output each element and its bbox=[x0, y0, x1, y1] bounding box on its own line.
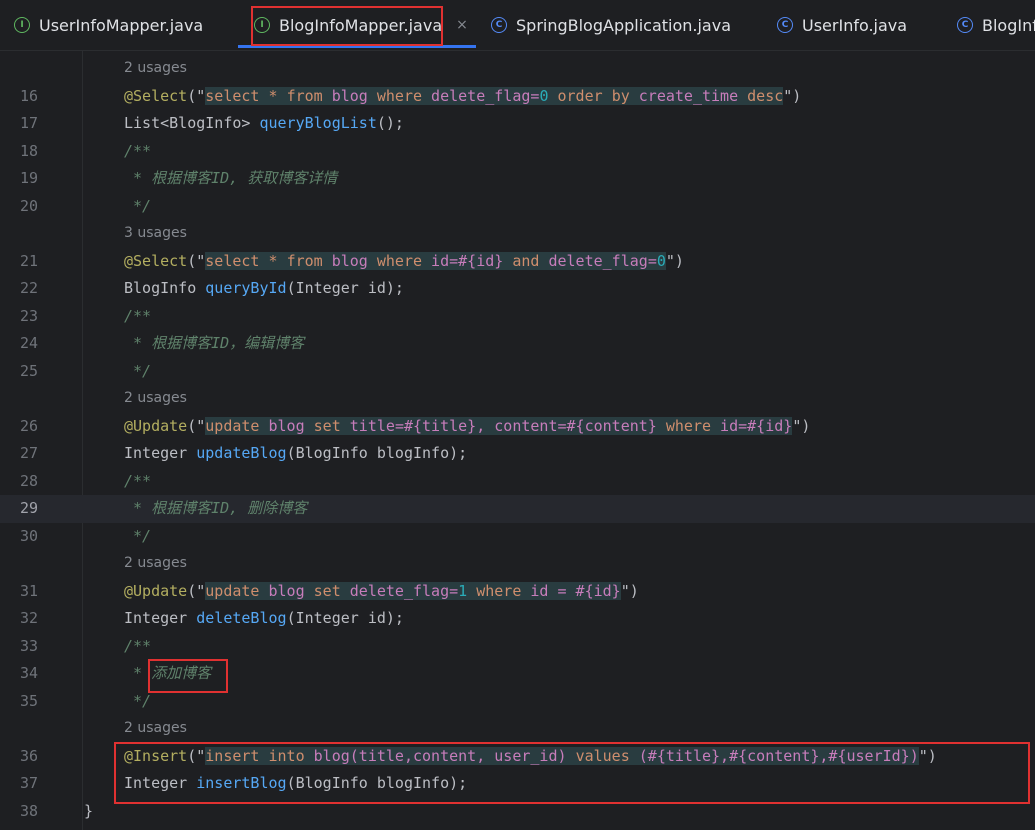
class-icon: C bbox=[957, 17, 973, 33]
line-number: 32 bbox=[19, 609, 38, 627]
line-number: 38 bbox=[19, 801, 38, 820]
line-number: 26 bbox=[19, 416, 38, 435]
tab-label: SpringBlogApplication.java bbox=[516, 15, 732, 35]
code-line[interactable]: 33 /** bbox=[0, 633, 1035, 661]
code-text: Integer deleteBlog(Integer id); bbox=[124, 609, 404, 627]
code-line[interactable]: 23 /** bbox=[0, 303, 1035, 331]
usages-hint[interactable]: 2 usages bbox=[0, 385, 1035, 413]
line-number: 18 bbox=[19, 141, 38, 160]
highlight-box-comment bbox=[148, 659, 228, 693]
code-text: /** bbox=[124, 141, 152, 160]
line-number: 35 bbox=[19, 691, 38, 710]
tab-userinfo[interactable]: C UserInfo.java bbox=[777, 0, 907, 50]
usages-hint[interactable]: 3 usages bbox=[0, 220, 1035, 248]
code-line[interactable]: 24 * 根据博客ID，编辑博客 bbox=[0, 330, 1035, 358]
code-text: BlogInfo queryById(Integer id); bbox=[124, 279, 404, 297]
tab-label: UserInfo.java bbox=[802, 15, 908, 35]
line-number: 21 bbox=[19, 251, 38, 270]
tab-springblogapplication[interactable]: C SpringBlogApplication.java bbox=[491, 0, 731, 50]
line-number: 24 bbox=[19, 334, 38, 352]
code-text: Integer updateBlog(BlogInfo blogInfo); bbox=[124, 444, 468, 462]
editor-tab-bar: I UserInfoMapper.java I BlogInfoMapper.j… bbox=[0, 0, 1035, 51]
code-line[interactable]: 16 @Select("select * from blog where dele… bbox=[0, 83, 1035, 111]
code-text: /** bbox=[124, 306, 152, 325]
code-line[interactable]: 22 BlogInfo queryById(Integer id); bbox=[0, 275, 1035, 303]
code-text: /** bbox=[124, 636, 152, 655]
code-line[interactable]: 32 Integer deleteBlog(Integer id); bbox=[0, 605, 1035, 633]
line-number: 17 bbox=[19, 114, 38, 132]
tab-label: BlogInf bbox=[982, 15, 1035, 35]
code-line[interactable]: 30 */ bbox=[0, 523, 1035, 551]
line-number: 23 bbox=[19, 306, 38, 325]
code-line[interactable]: 19 * 根据博客ID, 获取博客详情 bbox=[0, 165, 1035, 193]
line-number: 20 bbox=[19, 196, 38, 215]
code-line[interactable]: 21 @Select("select * from blog where id=#… bbox=[0, 248, 1035, 276]
line-number: 27 bbox=[19, 444, 38, 462]
code-line[interactable]: 18 /** bbox=[0, 138, 1035, 166]
code-line[interactable]: 20 */ bbox=[0, 193, 1035, 221]
usages-hint[interactable]: 2 usages bbox=[0, 715, 1035, 743]
code-text: * 根据博客ID, 获取博客详情 bbox=[124, 169, 338, 187]
line-number: 22 bbox=[19, 279, 38, 297]
class-icon: C bbox=[777, 17, 793, 33]
code-line[interactable]: 25 */ bbox=[0, 358, 1035, 386]
usages-label: 3 usages bbox=[124, 225, 187, 241]
interface-icon: I bbox=[14, 17, 30, 33]
usages-label: 2 usages bbox=[124, 60, 187, 76]
highlight-box-tab bbox=[251, 6, 443, 46]
code-text: * 根据博客ID，编辑博客 bbox=[124, 334, 305, 352]
code-line[interactable]: 26 @Update("update blog set title=#{title… bbox=[0, 413, 1035, 441]
line-number: 33 bbox=[19, 636, 38, 655]
line-number: 31 bbox=[19, 581, 38, 600]
code-line[interactable]: 29 * 根据博客ID, 删除博客 bbox=[0, 495, 1035, 523]
code-text: /** bbox=[124, 471, 152, 490]
highlight-box-insert bbox=[114, 742, 1030, 804]
code-text: * 根据博客ID, 删除博客 bbox=[124, 499, 308, 517]
code-text: */ bbox=[124, 361, 152, 380]
code-text: } bbox=[84, 801, 94, 820]
code-line[interactable]: 17 List<BlogInfo> queryBlogList(); bbox=[0, 110, 1035, 138]
usages-label: 2 usages bbox=[124, 555, 187, 571]
code-text: */ bbox=[124, 196, 152, 215]
usages-hint[interactable]: 2 usages bbox=[0, 55, 1035, 83]
tab-label: UserInfoMapper.java bbox=[39, 15, 204, 35]
code-line[interactable]: 31 @Update("update blog set delete_flag=1… bbox=[0, 578, 1035, 606]
code-line[interactable]: 28 /** bbox=[0, 468, 1035, 496]
usages-label: 2 usages bbox=[124, 720, 187, 736]
code-text: @Update("update blog set delete_flag=1 w… bbox=[124, 581, 639, 600]
usages-label: 2 usages bbox=[124, 390, 187, 406]
line-number: 30 bbox=[19, 526, 38, 545]
line-number: 28 bbox=[19, 471, 38, 490]
code-text: */ bbox=[124, 526, 152, 545]
line-number: 34 bbox=[19, 664, 38, 682]
line-number: 29 bbox=[19, 499, 38, 517]
tab-userinfomapper[interactable]: I UserInfoMapper.java bbox=[14, 0, 203, 50]
line-number: 36 bbox=[19, 746, 38, 765]
tab-bloginfo[interactable]: C BlogInf bbox=[957, 0, 1035, 50]
line-number: 37 bbox=[19, 774, 38, 792]
code-text: List<BlogInfo> queryBlogList(); bbox=[124, 114, 404, 132]
close-icon[interactable]: × bbox=[456, 17, 468, 33]
usages-hint[interactable]: 2 usages bbox=[0, 550, 1035, 578]
code-line[interactable]: 27 Integer updateBlog(BlogInfo blogInfo); bbox=[0, 440, 1035, 468]
line-number: 19 bbox=[19, 169, 38, 187]
line-number: 16 bbox=[19, 86, 38, 105]
code-text: @Update("update blog set title=#{title},… bbox=[124, 416, 811, 435]
code-text: @Select("select * from blog where id=#{i… bbox=[124, 251, 684, 270]
code-text: @Select("select * from blog where delete… bbox=[124, 86, 802, 105]
line-number: 25 bbox=[19, 361, 38, 380]
class-run-icon: C bbox=[491, 17, 507, 33]
